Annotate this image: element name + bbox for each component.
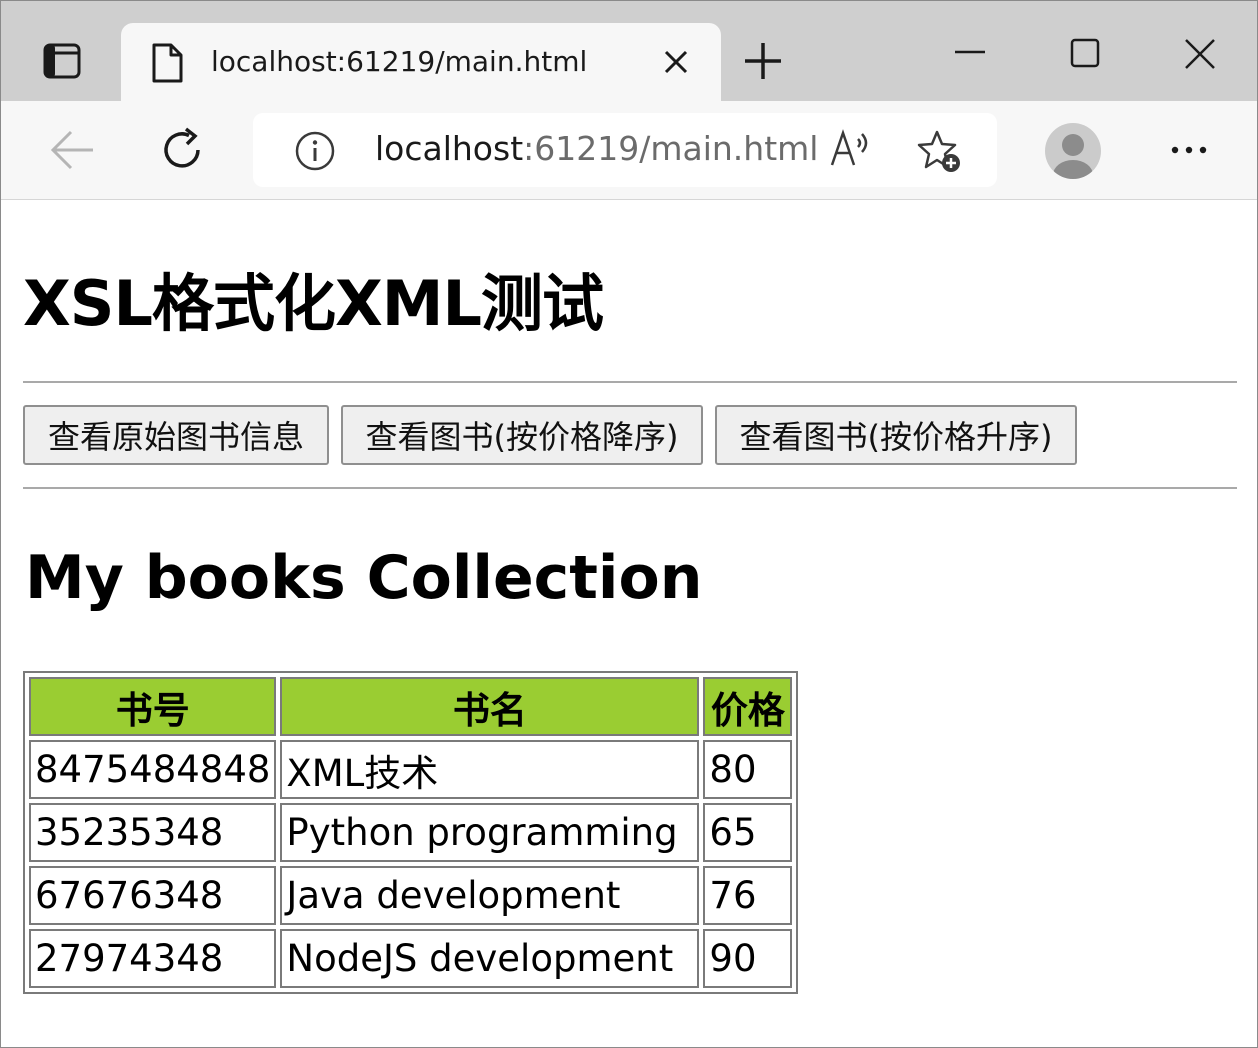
new-tab-icon[interactable]	[743, 41, 783, 85]
table-row: 35235348 Python programming 65	[29, 803, 793, 862]
page-title: XSL格式化XML测试	[23, 267, 604, 340]
maximize-icon[interactable]	[1069, 37, 1103, 75]
cell-price: 76	[703, 866, 793, 925]
tab-strip: localhost:61219/main.html	[1, 1, 1257, 101]
more-icon[interactable]	[1169, 135, 1209, 169]
top-divider	[23, 381, 1237, 383]
url-host: localhost	[375, 129, 524, 168]
header-price: 价格	[703, 677, 793, 736]
page-content: XSL格式化XML测试 查看原始图书信息 查看图书(按价格降序) 查看图书(按价…	[1, 201, 1257, 1047]
address-url: localhost:61219/main.html	[375, 129, 818, 168]
minimize-icon[interactable]	[953, 37, 987, 75]
table-row: 67676348 Java development 76	[29, 866, 793, 925]
cell-book-id: 27974348	[29, 929, 277, 988]
reload-icon[interactable]	[159, 127, 205, 177]
add-favorite-icon[interactable]	[917, 129, 963, 179]
view-original-button[interactable]: 查看原始图书信息	[23, 405, 329, 465]
sort-price-asc-button[interactable]: 查看图书(按价格升序)	[715, 405, 1077, 465]
table-row: 27974348 NodeJS development 90	[29, 929, 793, 988]
header-book-id: 书号	[29, 677, 277, 736]
bottom-divider	[23, 487, 1237, 489]
tab-title: localhost:61219/main.html	[211, 45, 588, 78]
cell-book-name: XML技术	[280, 740, 700, 799]
url-path: :61219/main.html	[523, 129, 819, 168]
profile-avatar-icon[interactable]	[1045, 123, 1101, 179]
read-aloud-icon[interactable]	[829, 129, 873, 173]
sort-price-desc-button[interactable]: 查看图书(按价格降序)	[341, 405, 703, 465]
tab-actions-button[interactable]	[31, 35, 93, 91]
info-icon[interactable]	[295, 131, 335, 175]
page-icon	[151, 43, 183, 87]
section-title: My books Collection	[25, 543, 703, 613]
books-table: 书号 书名 价格 8475484848 XML技术 80 35235348 Py…	[23, 671, 799, 994]
cell-price: 65	[703, 803, 793, 862]
table-row: 8475484848 XML技术 80	[29, 740, 793, 799]
cell-book-name: Java development	[280, 866, 700, 925]
cell-book-id: 35235348	[29, 803, 277, 862]
tab-actions-icon	[43, 43, 81, 83]
back-icon[interactable]	[49, 129, 95, 175]
active-tab[interactable]: localhost:61219/main.html	[121, 23, 721, 101]
header-book-name: 书名	[280, 677, 700, 736]
cell-book-id: 8475484848	[29, 740, 277, 799]
cell-book-id: 67676348	[29, 866, 277, 925]
window-close-icon[interactable]	[1183, 37, 1217, 75]
browser-window: localhost:61219/main.html localhost:6121…	[0, 0, 1258, 1048]
close-tab-icon[interactable]	[663, 49, 689, 79]
cell-book-name: Python programming	[280, 803, 700, 862]
cell-price: 90	[703, 929, 793, 988]
address-bar[interactable]: localhost:61219/main.html	[253, 113, 997, 187]
cell-price: 80	[703, 740, 793, 799]
cell-book-name: NodeJS development	[280, 929, 700, 988]
table-header-row: 书号 书名 价格	[29, 677, 793, 736]
